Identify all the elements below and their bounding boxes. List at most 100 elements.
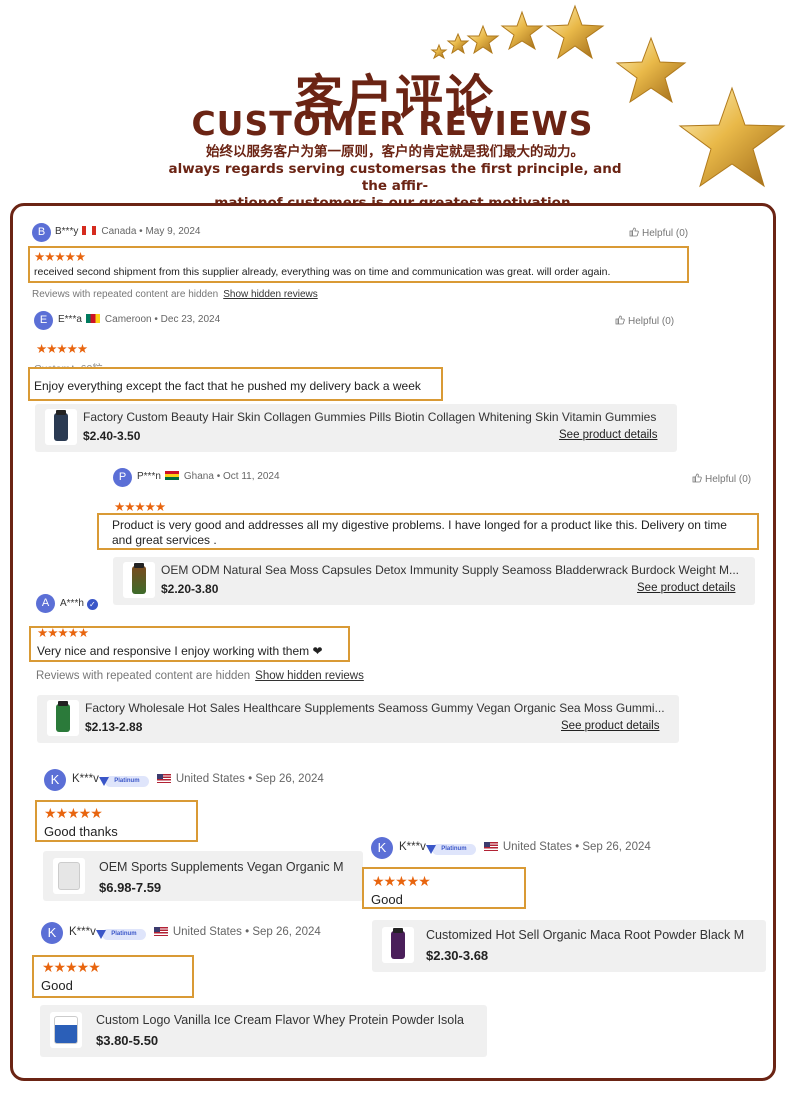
- rating-stars: ★★★★★: [42, 959, 101, 975]
- cameroon-flag-icon: [85, 314, 100, 323]
- us-flag-icon: [156, 774, 171, 783]
- reviewer-country: Canada: [101, 226, 137, 237]
- avatar: K: [41, 922, 63, 944]
- hidden-reviews-text: Reviews with repeated content are hidden: [36, 670, 251, 682]
- product-title: Custom Logo Vanilla Ice Cream Flavor Whe…: [96, 1013, 464, 1027]
- thumbs-up-icon: [629, 227, 639, 237]
- product-title: Factory Custom Beauty Hair Skin Collagen…: [83, 410, 657, 424]
- product-title: OEM ODM Natural Sea Moss Capsules Detox …: [161, 563, 739, 577]
- rating-stars: ★★★★★: [36, 342, 88, 356]
- platinum-badge: Platinum: [95, 929, 146, 940]
- avatar: A: [36, 594, 55, 613]
- review-text-line2: and great services .: [112, 533, 217, 547]
- see-product-details-link[interactable]: See product details: [561, 720, 659, 732]
- reviewer-name: B***y: [55, 226, 79, 237]
- thumbs-up-icon: [615, 315, 625, 325]
- product-card[interactable]: Custom Logo Vanilla Ice Cream Flavor Whe…: [40, 1005, 487, 1057]
- us-flag-icon: [153, 927, 168, 936]
- platinum-badge: Platinum: [425, 844, 476, 855]
- show-hidden-reviews-link[interactable]: Show hidden reviews: [223, 289, 318, 300]
- review-date: • Oct 11, 2024: [216, 471, 280, 482]
- reviewer-country: Ghana: [183, 471, 214, 482]
- review-text: Good thanks: [44, 824, 118, 839]
- avatar: K: [44, 769, 66, 791]
- helpful-label: Helpful (0): [705, 474, 752, 485]
- protein-tub-icon: [50, 1012, 82, 1048]
- avatar: P: [113, 468, 132, 487]
- review-date: • Sep 26, 2024: [245, 926, 321, 938]
- product-card[interactable]: Factory Wholesale Hot Sales Healthcare S…: [37, 695, 679, 743]
- reviewer-name: K***v: [72, 773, 99, 785]
- verified-icon: ✓: [86, 599, 98, 610]
- thumbs-up-icon: [692, 473, 702, 483]
- hidden-reviews-text: Reviews with repeated content are hidden: [32, 289, 219, 300]
- product-price: $2.13-2.88: [85, 720, 143, 734]
- rating-stars: ★★★★★: [372, 873, 431, 889]
- review-date: • Dec 23, 2024: [154, 314, 221, 325]
- helpful-button[interactable]: Helpful (0): [692, 473, 751, 485]
- reviewer-name: P***n: [137, 471, 161, 482]
- maca-bottle-icon: [382, 927, 414, 963]
- powder-tub-icon: [53, 858, 85, 894]
- see-product-details-link[interactable]: See product details: [637, 582, 735, 594]
- product-price: $3.80-5.50: [96, 1033, 159, 1048]
- avatar: E: [34, 311, 53, 330]
- star-icon: [430, 43, 448, 60]
- rating-stars: ★★★★★: [44, 805, 103, 821]
- reviewer-name: A***h: [60, 598, 84, 609]
- review-text: Good: [41, 978, 73, 993]
- helpful-button[interactable]: Helpful (0): [615, 315, 674, 327]
- reviewer-country: Cameroon: [104, 314, 152, 325]
- reviewer-meta: B***y Canada • May 9, 2024: [55, 226, 201, 237]
- reviewer-country: United States: [502, 841, 572, 853]
- product-price: $6.98-7.59: [99, 880, 162, 895]
- review-date: • Sep 26, 2024: [575, 841, 651, 853]
- reviewer-meta: A***h ✓: [60, 598, 98, 610]
- product-title: Factory Wholesale Hot Sales Healthcare S…: [85, 701, 665, 715]
- star-icon: [615, 36, 687, 104]
- reviewer-country: United States: [172, 926, 242, 938]
- product-card[interactable]: Customized Hot Sell Organic Maca Root Po…: [372, 920, 766, 972]
- reviewer-meta: E***a Cameroon • Dec 23, 2024: [58, 314, 220, 325]
- canada-flag-icon: [82, 226, 97, 235]
- product-price: $2.30-3.68: [426, 948, 489, 963]
- gold-stars-decoration: [430, 4, 786, 188]
- us-flag-icon: [483, 842, 498, 851]
- star-icon: [545, 4, 605, 60]
- reviewer-name: K***v: [69, 926, 96, 938]
- reviewer-meta: K***v Platinum United States • Sep 26, 202…: [399, 841, 651, 855]
- star-icon: [678, 86, 786, 188]
- supplement-bottle-icon: [45, 409, 77, 445]
- product-card[interactable]: OEM Sports Supplements Vegan Organic M $…: [43, 851, 363, 901]
- see-product-details-link[interactable]: See product details: [559, 429, 657, 441]
- platinum-badge: Platinum: [98, 776, 149, 787]
- helpful-button[interactable]: Helpful (0): [629, 227, 688, 239]
- reviewer-meta: P***n Ghana • Oct 11, 2024: [137, 471, 280, 482]
- star-icon: [446, 32, 470, 55]
- show-hidden-reviews-link[interactable]: Show hidden reviews: [255, 670, 364, 682]
- review-text: received second shipment from this suppl…: [34, 266, 611, 278]
- rating-stars: ★★★★★: [34, 250, 86, 264]
- reviewer-country: United States: [175, 773, 245, 785]
- reviewer-name: E***a: [58, 314, 82, 325]
- product-title: Customized Hot Sell Organic Maca Root Po…: [426, 928, 745, 942]
- product-price: $2.20-3.80: [161, 582, 219, 596]
- review-text: Enjoy everything except the fact that he…: [34, 379, 421, 393]
- hidden-reviews-note: Reviews with repeated content are hidden…: [32, 289, 318, 300]
- reviewer-name: K***v: [399, 841, 426, 853]
- review-text-line1: Product is very good and addresses all m…: [112, 518, 727, 532]
- helpful-label: Helpful (0): [642, 228, 689, 239]
- avatar: B: [32, 223, 51, 242]
- hidden-reviews-note: Reviews with repeated content are hidden…: [36, 670, 364, 682]
- rating-stars: ★★★★★: [114, 500, 166, 514]
- reviewer-meta: K***v Platinum United States • Sep 26, 202…: [72, 773, 324, 787]
- sea-moss-bottle-icon: [123, 562, 155, 598]
- star-icon: [466, 24, 500, 55]
- review-date: • May 9, 2024: [139, 226, 201, 237]
- product-card[interactable]: OEM ODM Natural Sea Moss Capsules Detox …: [113, 557, 755, 605]
- reviewer-meta: K***v Platinum United States • Sep 26, 202…: [69, 926, 321, 940]
- helpful-label: Helpful (0): [628, 316, 675, 327]
- star-icon: [500, 10, 544, 51]
- review-text: Good: [371, 892, 403, 907]
- product-card[interactable]: Factory Custom Beauty Hair Skin Collagen…: [35, 404, 677, 452]
